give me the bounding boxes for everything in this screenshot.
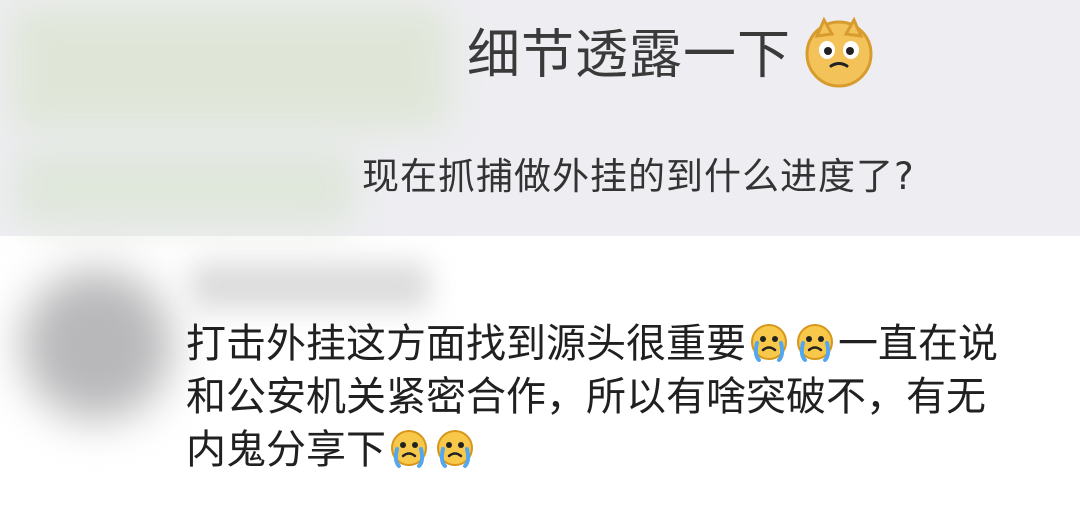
reply-question: 现在抓捕做外挂的到什么进度了? xyxy=(362,155,915,198)
blurred-commenter-name xyxy=(190,262,430,310)
comment-text-1b: 一直在说 xyxy=(838,321,998,367)
crying-emoji-icon xyxy=(388,427,430,469)
blurred-text xyxy=(15,150,355,225)
blurred-avatar xyxy=(22,270,172,420)
crying-emoji-icon xyxy=(748,321,790,363)
reply-title-text: 细节透露一下 xyxy=(467,24,791,86)
comment-body: 打击外挂这方面找到源头很重要 一直在说 和公安机关紧密合作，所以有啥突破不，有无 xyxy=(186,318,1066,477)
comment-text-1: 打击外挂这方面找到源头很重要 xyxy=(186,321,746,367)
crying-emoji-icon xyxy=(794,321,836,363)
comment-line-3: 内鬼分享下 xyxy=(186,424,1066,477)
quoted-reply-panel: 细节透露一下 现在抓捕做外挂的到什么进度了? xyxy=(0,0,1080,236)
comment-line-2: 和公安机关紧密合作，所以有啥突破不，有无 xyxy=(186,374,986,420)
comment-text-3: 内鬼分享下 xyxy=(186,427,386,473)
doge-emoji-icon xyxy=(801,14,877,90)
comment-line-1: 打击外挂这方面找到源头很重要 一直在说 xyxy=(186,318,1066,371)
reply-title: 细节透露一下 xyxy=(467,16,877,96)
blurred-username xyxy=(10,5,450,130)
crying-emoji-icon xyxy=(434,427,476,469)
